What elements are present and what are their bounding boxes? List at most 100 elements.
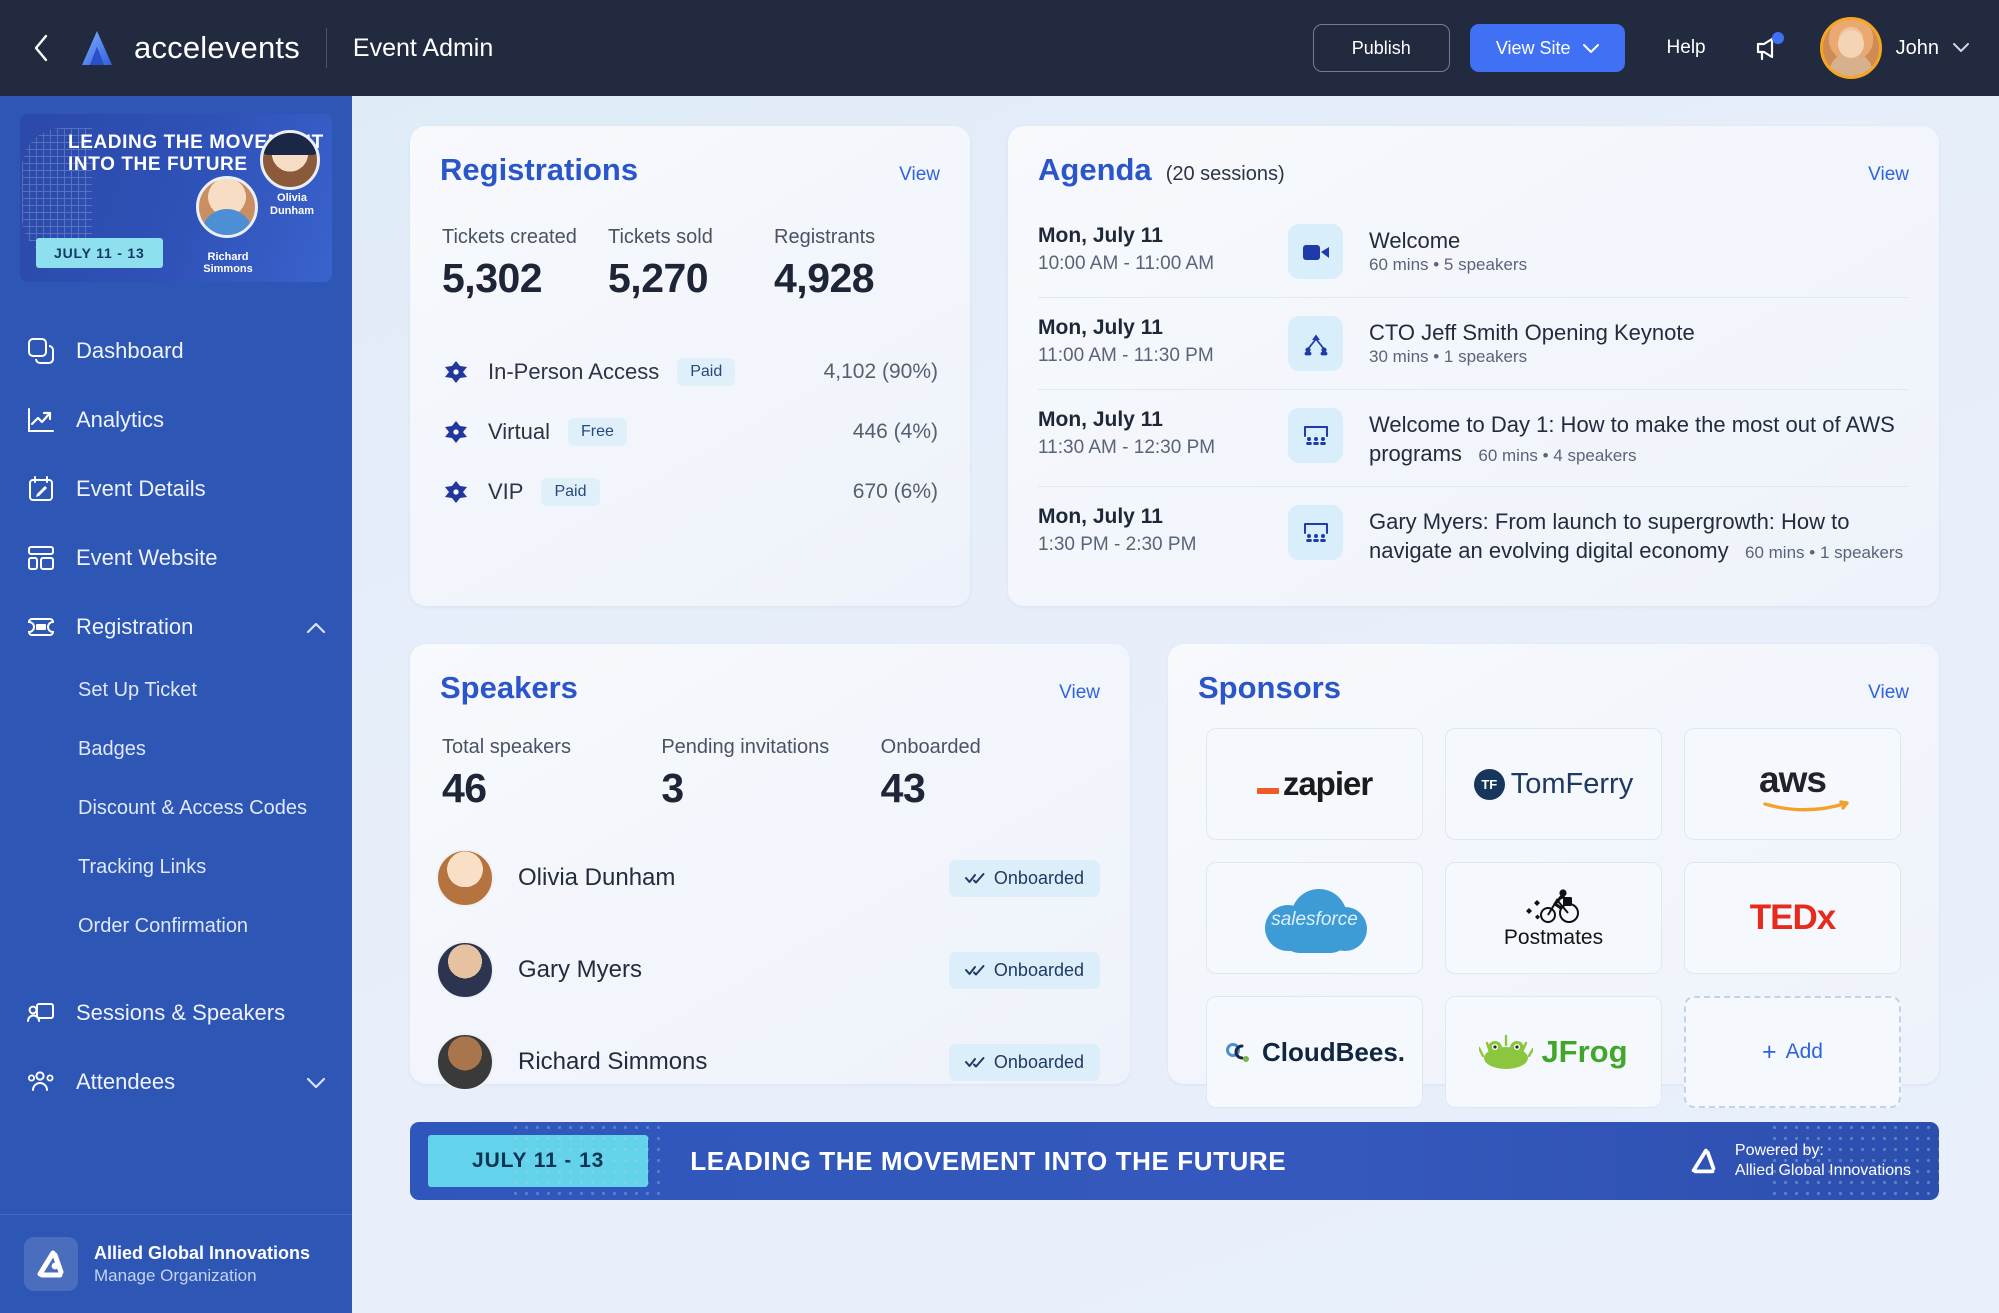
avatar — [436, 849, 494, 907]
sidebar-item-registration[interactable]: Registration — [0, 592, 352, 661]
sponsor-logo-tomferry[interactable]: TF TomFerry — [1445, 728, 1662, 840]
sponsor-logo-jfrog[interactable]: JFrog — [1445, 996, 1662, 1108]
bottom-cards-row: Speakers View Total speakers 46 Pending … — [410, 644, 1939, 1108]
stat-value: 5,302 — [442, 255, 543, 301]
ticket-price-pill: Paid — [541, 478, 600, 506]
user-menu[interactable]: John — [1819, 17, 1969, 79]
speakers-title: Speakers — [440, 670, 578, 705]
sidebar-item-label: Attendees — [76, 1068, 176, 1094]
speakers-view-link[interactable]: View — [1059, 682, 1100, 704]
sponsor-logo-aws[interactable]: aws — [1684, 728, 1901, 840]
agenda-body: Welcome to Day 1: How to make the most o… — [1369, 408, 1909, 468]
sidebar-subitem-set-up-ticket[interactable]: Set Up Ticket — [0, 661, 352, 720]
sidebar-item-sessions-speakers[interactable]: Sessions & Speakers — [0, 978, 352, 1047]
agenda-session-list: Mon, July 11 10:00 AM - 11:00 AM Welcome… — [1008, 188, 1939, 583]
list-item[interactable]: Richard Simmons Onboarded — [436, 1016, 1100, 1108]
megaphone-icon[interactable] — [1752, 31, 1786, 65]
ticket-type-list: In-Person Access Paid 4,102 (90%) Virtua… — [410, 342, 970, 522]
sponsor-name: aws — [1759, 758, 1827, 800]
sponsor-logo-cloudbees[interactable]: CloudBees. — [1206, 996, 1423, 1108]
sidebar-item-label: Dashboard — [76, 337, 184, 363]
chevron-up-icon[interactable] — [306, 614, 326, 640]
sidebar-item-attendees[interactable]: Attendees — [0, 1047, 352, 1116]
sidebar-item-label: Event Details — [76, 475, 206, 501]
agenda-body: CTO Jeff Smith Opening Keynote 30 mins •… — [1369, 316, 1909, 367]
ticket-name: VIP — [488, 479, 524, 504]
agenda-row[interactable]: Mon, July 11 10:00 AM - 11:00 AM Welcome… — [1038, 206, 1909, 297]
accelevents-logo-icon — [74, 25, 120, 71]
footer-event-banner[interactable]: JULY 11 - 13 LEADING THE MOVEMENT INTO T… — [410, 1122, 1939, 1200]
add-sponsor-button[interactable]: + Add — [1684, 996, 1901, 1108]
back-icon[interactable] — [24, 31, 58, 65]
agenda-time: 10:00 AM - 11:00 AM — [1038, 253, 1215, 274]
sponsor-logo-tedx[interactable]: TEDx — [1684, 862, 1901, 974]
agenda-when: Mon, July 11 1:30 PM - 2:30 PM — [1038, 505, 1288, 556]
ticket-row[interactable]: VIP Paid 670 (6%) — [442, 462, 938, 522]
status-badge: Onboarded — [948, 951, 1100, 989]
sponsor-logo-salesforce[interactable]: salesforce — [1206, 862, 1423, 974]
agenda-row[interactable]: Mon, July 11 11:00 AM - 11:30 PM CTO Jef… — [1038, 297, 1909, 389]
ticket-icon — [442, 358, 470, 386]
chevron-down-icon[interactable] — [306, 1069, 326, 1095]
stat-total-speakers: Total speakers 46 — [442, 736, 661, 812]
sidebar-item-event-details[interactable]: Event Details — [0, 454, 352, 523]
agenda-row[interactable]: Mon, July 11 1:30 PM - 2:30 PM Gary Myer… — [1038, 486, 1909, 583]
ticket-count: 670 (6%) — [852, 480, 938, 503]
registrations-view-link[interactable]: View — [899, 164, 940, 186]
sponsor-name: Postmates — [1503, 925, 1604, 949]
help-link[interactable]: Help — [1667, 37, 1706, 59]
organization-switcher[interactable]: Allied Global Innovations Manage Organiz… — [0, 1214, 352, 1313]
view-site-button[interactable]: View Site — [1469, 24, 1625, 72]
sponsors-view-link[interactable]: View — [1868, 682, 1909, 704]
stat-label: Tickets created — [442, 226, 577, 248]
sidebar-subitem-discount-access-codes[interactable]: Discount & Access Codes — [0, 779, 352, 838]
sidebar-item-dashboard[interactable]: Dashboard — [0, 316, 352, 385]
stat-tickets-sold: Tickets sold 5,270 — [608, 226, 774, 302]
sponsor-name: CloudBees. — [1261, 1036, 1406, 1067]
sidebar-subitem-order-confirmation[interactable]: Order Confirmation — [0, 897, 352, 956]
stat-value: 43 — [880, 765, 926, 811]
sidebar-item-event-website[interactable]: Event Website — [0, 523, 352, 592]
sponsor-grid: zapier TF TomFerry aws salesforce Postma… — [1168, 706, 1939, 1108]
organization-logo-icon — [1691, 1148, 1716, 1174]
sidebar-item-label: Sessions & Speakers — [76, 999, 286, 1025]
agenda-view-link[interactable]: View — [1868, 164, 1909, 186]
event-banner[interactable]: LEADING THE MOVEMENT INTO THE FUTURE JUL… — [20, 114, 332, 282]
status-badge-label: Onboarded — [993, 959, 1084, 980]
agenda-date: Mon, July 11 — [1038, 316, 1163, 339]
ticket-row[interactable]: Virtual Free 446 (4%) — [442, 402, 938, 462]
sidebar-subitem-badges[interactable]: Badges — [0, 720, 352, 779]
agenda-body: Welcome 60 mins • 5 speakers — [1369, 224, 1909, 275]
speaker-list: Olivia Dunham Onboarded Gary Myers Onboa… — [410, 812, 1130, 1108]
analytics-icon — [26, 405, 56, 435]
ticket-name: In-Person Access — [488, 359, 660, 384]
agenda-session-meta: 60 mins • 5 speakers — [1369, 255, 1528, 275]
double-check-icon — [964, 868, 985, 889]
sponsor-name: zapier — [1282, 765, 1373, 802]
sponsor-logo-zapier[interactable]: zapier — [1206, 728, 1423, 840]
list-item[interactable]: Gary Myers Onboarded — [436, 924, 1100, 1016]
plus-icon: + — [1762, 1037, 1777, 1066]
organization-manage-link[interactable]: Manage Organization — [94, 1266, 310, 1286]
organization-name: Allied Global Innovations — [94, 1243, 311, 1264]
agenda-title: Agenda — [1038, 152, 1152, 187]
speaker-name: Gary Myers — [518, 956, 643, 983]
agenda-when: Mon, July 11 11:30 AM - 12:30 PM — [1038, 408, 1288, 459]
page-title: Event Admin — [352, 33, 494, 62]
registrations-card-header: Registrations View — [410, 126, 970, 188]
agenda-when: Mon, July 11 10:00 AM - 11:00 AM — [1038, 224, 1288, 275]
list-item[interactable]: Olivia Dunham Onboarded — [436, 832, 1100, 924]
sponsor-logo-postmates[interactable]: Postmates — [1445, 862, 1662, 974]
sidebar-subitem-tracking-links[interactable]: Tracking Links — [0, 838, 352, 897]
speakers-card-header: Speakers View — [410, 644, 1130, 706]
brand-logo-group[interactable]: accelevents — [74, 25, 300, 71]
dashboard-icon — [26, 336, 56, 366]
ticket-row[interactable]: In-Person Access Paid 4,102 (90%) — [442, 342, 938, 402]
organization-logo-icon — [24, 1237, 78, 1291]
add-sponsor-label: Add — [1785, 1040, 1823, 1063]
agenda-time: 11:00 AM - 11:30 PM — [1038, 345, 1214, 366]
agenda-row[interactable]: Mon, July 11 11:30 AM - 12:30 PM Welcome… — [1038, 389, 1909, 486]
banner-speaker-name-richard: Richard Simmons — [203, 250, 253, 276]
sidebar-item-analytics[interactable]: Analytics — [0, 385, 352, 454]
publish-button[interactable]: Publish — [1312, 24, 1450, 72]
